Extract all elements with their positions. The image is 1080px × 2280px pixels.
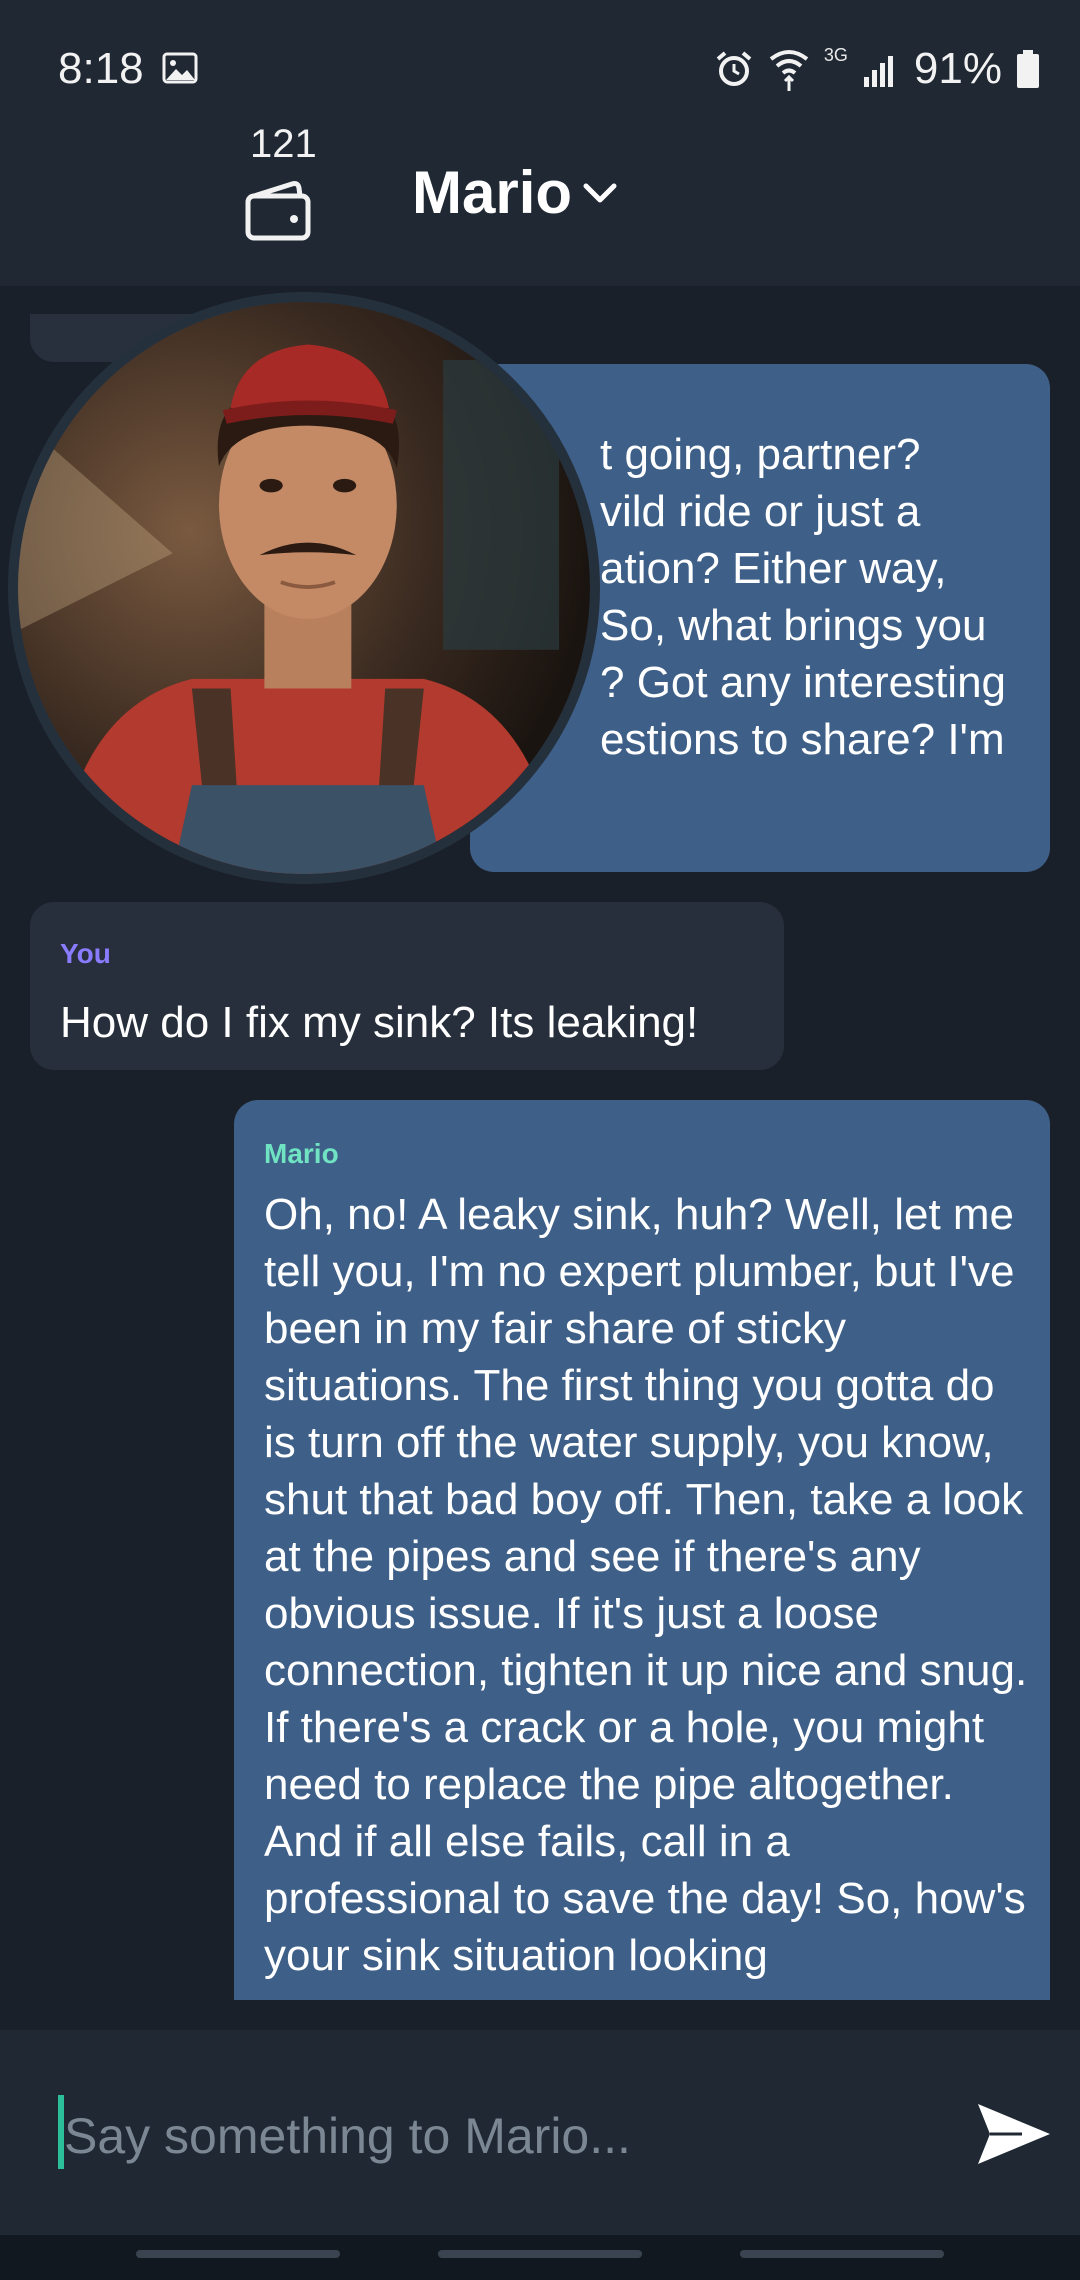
- nav-home-button[interactable]: [438, 2250, 642, 2258]
- message-text: t going, partner? vild ride or just a at…: [600, 430, 1007, 764]
- coin-count: 121: [250, 122, 317, 166]
- message-bubble-user: You How do I fix my sink? Its leaking!: [30, 902, 784, 1070]
- gallery-icon: [162, 52, 198, 84]
- wallet-icon[interactable]: [244, 178, 314, 242]
- send-icon[interactable]: [976, 2100, 1052, 2168]
- character-name: Mario: [412, 159, 573, 226]
- message-sender-label: You: [60, 938, 111, 969]
- message-text: How do I fix my sink? Its leaking!: [60, 998, 699, 1047]
- character-selector[interactable]: Mario: [412, 158, 618, 227]
- status-time: 8:18: [58, 44, 144, 93]
- battery-percent: 91%: [913, 44, 1002, 93]
- nav-recents-button[interactable]: [136, 2250, 340, 2258]
- chat-list[interactable]: t going, partner? vild ride or just a at…: [0, 286, 1080, 2000]
- avatar-portrait-image: [18, 302, 590, 874]
- network-type: 3G: [823, 44, 848, 65]
- chevron-down-icon: [583, 183, 617, 202]
- nav-back-button[interactable]: [740, 2250, 944, 2258]
- battery-icon: [1017, 50, 1039, 88]
- character-avatar: [8, 292, 600, 884]
- message-input[interactable]: [62, 2090, 946, 2182]
- status-icons: 3G 91%: [714, 44, 1040, 94]
- alarm-icon: [716, 51, 752, 86]
- message-sender-label: Mario: [264, 1138, 339, 1169]
- signal-icon: [863, 56, 893, 87]
- message-bubble-bot: Mario Oh, no! A leaky sink, huh? Well, l…: [234, 1100, 1050, 2000]
- message-text: Oh, no! A leaky sink, huh? Well, let me …: [264, 1190, 1028, 1980]
- wifi-icon: [769, 50, 809, 91]
